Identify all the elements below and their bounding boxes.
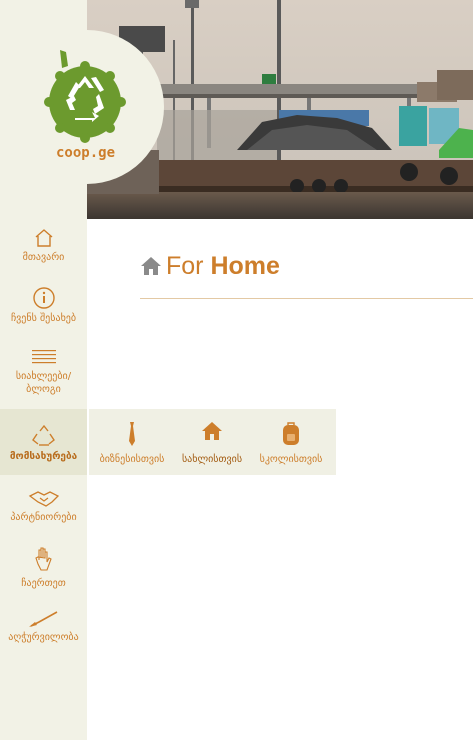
info-icon — [32, 287, 55, 309]
submenu-label: სახლისთვის — [181, 454, 243, 465]
services-submenu: ბიზნესისთვის სახლისთვის სკოლისთვის — [89, 409, 336, 475]
nav-item-join[interactable]: ჩაერთეთ — [0, 546, 87, 592]
recycle-icon — [31, 425, 55, 446]
home-icon — [141, 257, 161, 275]
nav-item-partners[interactable]: პარტნიორები — [0, 488, 87, 528]
nav-item-services[interactable]: მომსახურება — [0, 409, 87, 475]
page-title: For Home — [140, 252, 280, 281]
list-icon — [31, 350, 56, 364]
nav-item-equipment[interactable]: აღჭურვილობა — [0, 610, 87, 650]
heading-prefix: For — [166, 252, 204, 280]
nav-label: მთავარი — [22, 252, 65, 263]
submenu-item-school[interactable]: სკოლისთვის — [250, 409, 332, 475]
brush-icon — [28, 611, 57, 627]
nav-item-home[interactable]: მთავარი — [0, 228, 87, 268]
home-icon — [35, 229, 52, 247]
handshake-icon — [28, 491, 59, 507]
nav-label: სიახლეები/ ბლოგი — [15, 371, 72, 395]
nav-label: მომსახურება — [9, 451, 78, 462]
submenu-item-home[interactable]: სახლისთვის — [171, 409, 253, 475]
logo[interactable]: coop.ge — [0, 30, 165, 185]
nav-item-blog[interactable]: სიახლეები/ ბლოგი — [0, 349, 87, 401]
backpack-icon — [283, 422, 299, 445]
divider — [140, 298, 473, 299]
nav-label: აღჭურვილობა — [8, 632, 79, 643]
nav-label: ჩვენს შესახებ — [10, 313, 77, 324]
tie-icon — [129, 422, 135, 446]
logo-text: coop.ge — [56, 145, 116, 161]
nav-label: პარტნიორები — [10, 512, 77, 523]
submenu-item-business[interactable]: ბიზნესისთვის — [91, 409, 173, 475]
submenu-label: სკოლისთვის — [259, 454, 323, 465]
submenu-label: ბიზნესისთვის — [99, 454, 165, 465]
heading-bold: Home — [210, 252, 280, 280]
home-icon — [202, 422, 222, 440]
hand-icon — [34, 547, 52, 571]
nav-item-about[interactable]: ჩვენს შესახებ — [0, 287, 87, 329]
nav-label: ჩაერთეთ — [21, 578, 66, 589]
